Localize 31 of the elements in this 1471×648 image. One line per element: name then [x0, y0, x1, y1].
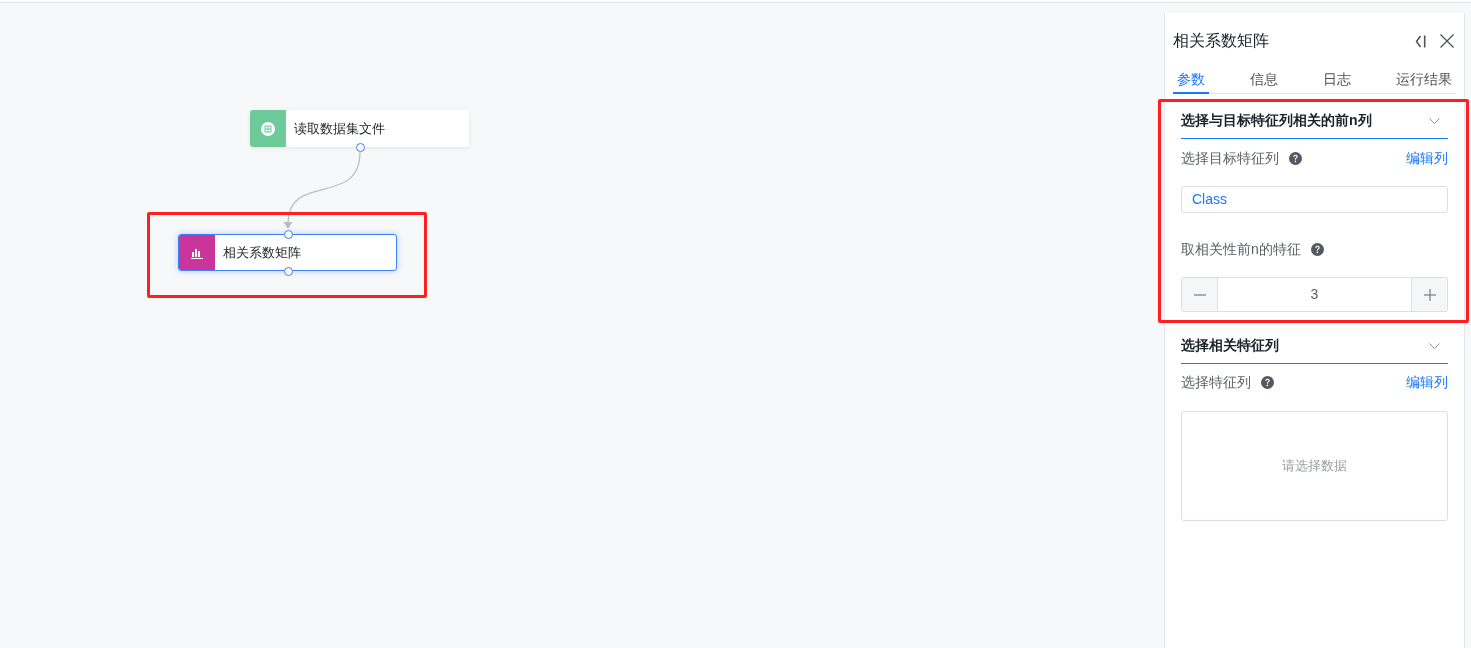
section-header[interactable]: 选择相关特征列	[1181, 328, 1448, 364]
connection-port[interactable]	[284, 267, 293, 276]
node-label: 读取数据集文件	[294, 119, 385, 138]
edit-link[interactable]: 编辑列	[1406, 371, 1448, 393]
column-field[interactable]: Class	[1181, 186, 1448, 213]
tab[interactable]: 运行结果	[1392, 67, 1456, 94]
number-field[interactable]: 3	[1218, 278, 1411, 311]
close-icon[interactable]	[1440, 34, 1454, 48]
tab[interactable]: 参数	[1173, 67, 1209, 94]
tab[interactable]: 信息	[1246, 67, 1282, 94]
help-icon[interactable]	[1289, 151, 1302, 165]
field-label: 选择目标特征列	[1181, 148, 1279, 168]
edit-link[interactable]: 编辑列	[1406, 147, 1448, 169]
connection-port[interactable]	[356, 143, 365, 152]
minus-icon	[1193, 293, 1206, 296]
canvas-node[interactable]: 相关系数矩阵	[178, 234, 397, 271]
field-label: 取相关性前n的特征	[1181, 239, 1301, 259]
chevron-icon	[1429, 342, 1440, 349]
plus-icon	[1423, 288, 1436, 301]
help-icon[interactable]	[1261, 375, 1274, 389]
collapse-icon[interactable]	[1415, 34, 1426, 48]
section-header[interactable]: 选择与目标特征列相关的前n列	[1181, 103, 1448, 139]
placeholder-text: 请选择数据	[1282, 457, 1347, 476]
panel-title: 相关系数矩阵	[1173, 31, 1269, 51]
chevron-icon	[1429, 117, 1440, 124]
field-label: 选择特征列	[1181, 372, 1251, 392]
tab[interactable]: 日志	[1319, 67, 1355, 94]
connection-port[interactable]	[284, 230, 293, 239]
canvas-node[interactable]: 读取数据集文件	[250, 110, 469, 147]
help-icon[interactable]	[1310, 242, 1324, 256]
node-label: 相关系数矩阵	[223, 243, 301, 262]
